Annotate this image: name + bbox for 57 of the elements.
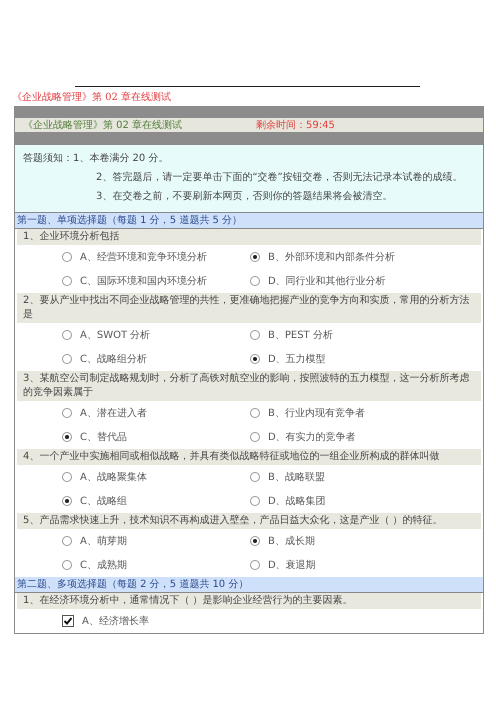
question-text: 5、产品需求快速上升，技术知识不再构成进入壁垒，产品日益大众化，这是产业（ ）的特征。 — [17, 513, 481, 529]
option-label: A、潜在进入者 — [80, 406, 147, 420]
radio-button[interactable] — [62, 432, 72, 442]
question-text: 3、某航空公司制定战略规划时，分析了高铁对航空业的影响，按照波特的五力模型，这一分析所考虑的竞争因素属于 — [17, 371, 481, 401]
exam-title: 《企业战略管理》第 02 章在线测试 — [23, 118, 184, 132]
question-text: 1、在经济环境分析中，通常情况下（ ）是影响企业经营行为的主要因素。 — [17, 593, 481, 609]
radio-button[interactable] — [250, 252, 260, 262]
question-text: 2、要从产业中找出不同企业战略管理的共性，更准确地把握产业的竞争方向和实质，常用的分析方法是 — [17, 293, 481, 323]
radio-button[interactable] — [250, 560, 260, 570]
radio-button[interactable] — [250, 330, 260, 340]
option-label: C、战略组 — [80, 494, 127, 508]
notice-line: 1、本卷满分 20 分。 — [73, 153, 168, 164]
radio-button[interactable] — [250, 472, 260, 482]
notice-line: 2、答完题后，请一定要单击下面的“交卷”按钮交卷，否则无法记录本试卷的成绩。 — [96, 172, 463, 183]
radio-button[interactable] — [62, 536, 72, 546]
question-text: 4、一个产业中实施相同或相似战略，并具有类似战略特征或地位的一组企业所构成的群体叫做 — [17, 449, 481, 465]
option-label: A、经济增长率 — [82, 614, 149, 628]
radio-button[interactable] — [62, 472, 72, 482]
option-label: A、萌芽期 — [80, 534, 127, 548]
option-label: C、战略组分析 — [80, 352, 147, 366]
radio-button[interactable] — [62, 276, 72, 286]
timer-text: 剩余时间：59:45 — [256, 118, 335, 132]
radio-button[interactable] — [62, 252, 72, 262]
radio-button[interactable] — [250, 536, 260, 546]
option-label: A、经营环境和竞争环境分析 — [80, 250, 207, 264]
checkbox[interactable] — [62, 615, 74, 627]
option-label: B、PEST 分析 — [268, 328, 333, 342]
notice-line: 3、在交卷之前，不要刷新本网页，否则你的答题结果将会被清空。 — [96, 191, 392, 202]
radio-button[interactable] — [62, 408, 72, 418]
option-label: C、替代品 — [80, 430, 127, 444]
option-label: B、成长期 — [268, 534, 315, 548]
radio-button[interactable] — [250, 276, 260, 286]
radio-button[interactable] — [62, 354, 72, 364]
section-title: 第一题、单项选择题（每题 1 分，5 道题共 5 分） — [15, 213, 483, 229]
option-label: C、成熟期 — [80, 558, 127, 572]
option-label: D、五力模型 — [268, 352, 326, 366]
option-label: C、国际环境和国内环境分析 — [80, 274, 207, 288]
radio-button[interactable] — [62, 496, 72, 506]
option-label: B、行业内现有竞争者 — [268, 406, 365, 420]
section-title: 第二题、多项选择题（每题 2 分，5 道题共 10 分） — [15, 577, 483, 593]
radio-button[interactable] — [250, 408, 260, 418]
option-label: A、战略聚集体 — [80, 470, 147, 484]
option-label: B、外部环境和内部条件分析 — [268, 250, 395, 264]
radio-button[interactable] — [250, 496, 260, 506]
notice-label: 答题须知： — [23, 153, 73, 164]
radio-button[interactable] — [62, 330, 72, 340]
option-label: A、SWOT 分析 — [80, 328, 150, 342]
option-label: B、战略联盟 — [268, 470, 325, 484]
radio-button[interactable] — [62, 560, 72, 570]
radio-button[interactable] — [250, 432, 260, 442]
radio-button[interactable] — [250, 354, 260, 364]
option-label: D、衰退期 — [268, 558, 316, 572]
option-label: D、同行业和其他行业分析 — [268, 274, 386, 288]
option-label: D、战略集团 — [268, 494, 326, 508]
option-label: D、有实力的竞争者 — [268, 430, 356, 444]
question-text: 1、企业环境分析包括 — [17, 229, 481, 245]
page-title: 《企业战略管理》第 02 章在线测试 — [12, 90, 172, 104]
